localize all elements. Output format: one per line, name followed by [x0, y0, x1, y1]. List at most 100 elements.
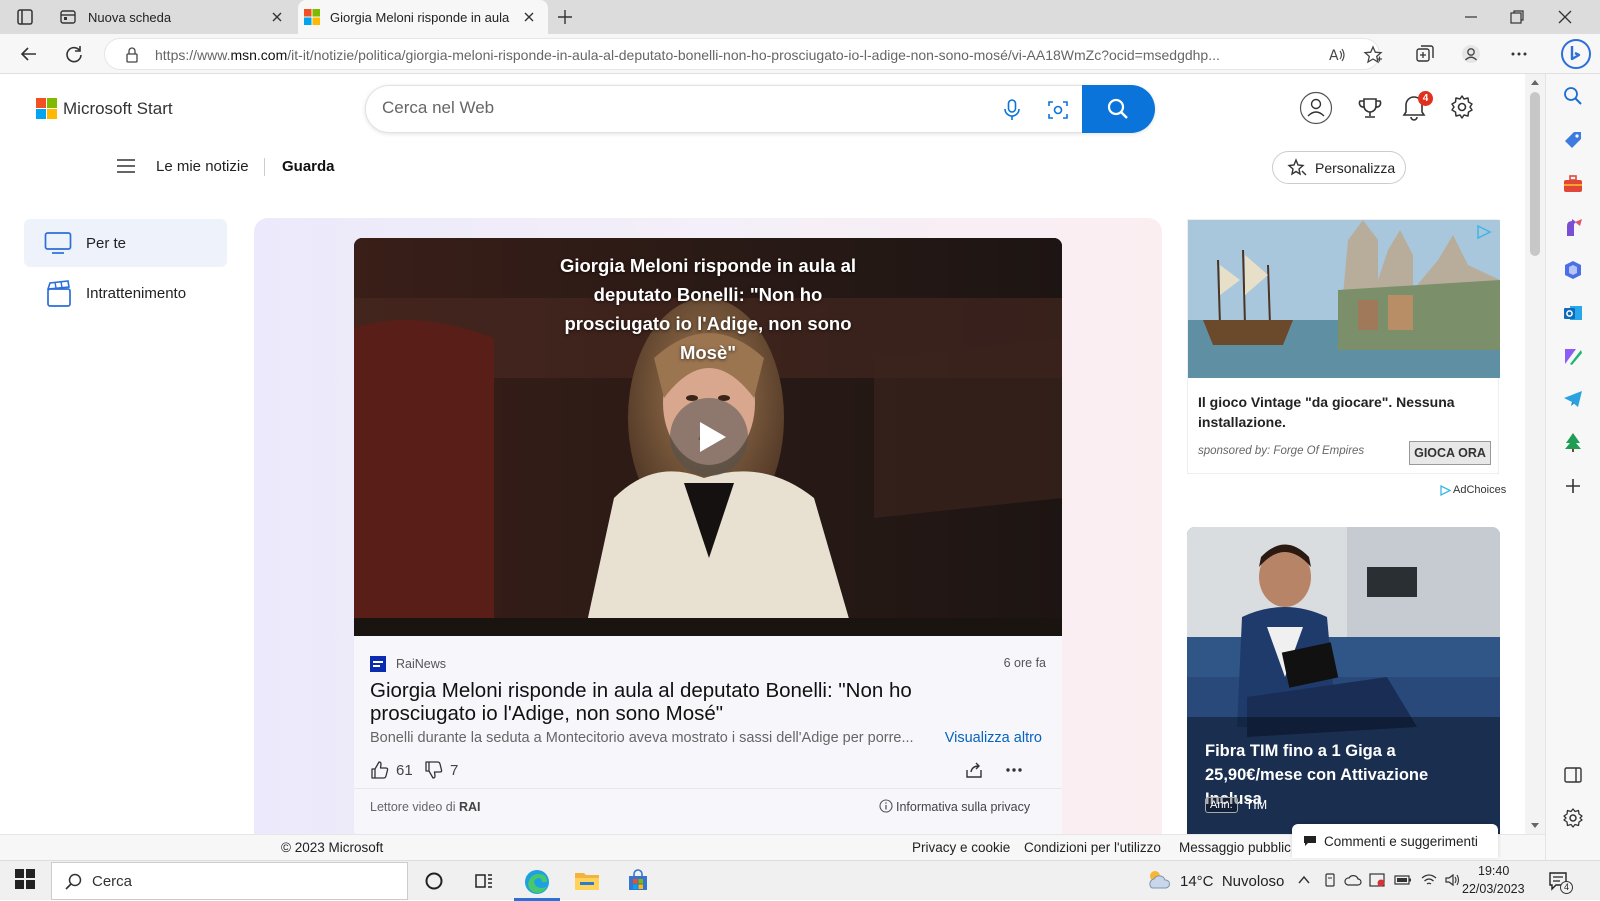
store-icon[interactable]	[626, 869, 650, 893]
microsoft-logo-icon	[304, 9, 320, 25]
windows-start-icon[interactable]	[15, 869, 39, 893]
sidebar-settings-icon[interactable]	[1562, 807, 1584, 829]
onedrive-cloud-icon[interactable]	[1344, 872, 1362, 888]
new-tab-plus-icon[interactable]	[556, 8, 574, 26]
lock-icon[interactable]	[125, 47, 139, 63]
sidebar-telegram-icon[interactable]	[1562, 388, 1584, 410]
sidebar-microsoft365-icon[interactable]	[1562, 259, 1584, 281]
privacy-cookies-link[interactable]: Privacy e cookie	[912, 840, 1010, 855]
ad-forge-of-empires[interactable]: Il gioco Vintage "da giocare". Nessuna i…	[1187, 219, 1500, 474]
clock-date[interactable]: 22/03/2023	[1462, 882, 1525, 896]
like-button[interactable]: 61	[370, 760, 413, 780]
clock-time[interactable]: 19:40	[1478, 864, 1509, 878]
url-text[interactable]: https://www.msn.com/it-it/notizie/politi…	[155, 47, 1305, 63]
rewards-trophy-icon[interactable]	[1357, 95, 1383, 121]
tab-active-article[interactable]: Giorgia Meloni risponde in aula a	[298, 0, 548, 34]
bing-chat-icon[interactable]	[1560, 38, 1592, 70]
action-center-icon[interactable]: 4	[1548, 870, 1573, 894]
play-now-button[interactable]: GIOCA ORA	[1409, 441, 1491, 465]
hamburger-menu-icon[interactable]	[117, 159, 135, 173]
ad-info-icon[interactable]	[1476, 224, 1492, 240]
terms-link[interactable]: Condizioni per l'utilizzo	[1024, 840, 1161, 855]
feedback-button[interactable]: Commenti e suggerimenti	[1292, 824, 1498, 858]
tray-chevron-icon[interactable]	[1296, 872, 1312, 888]
sidebar-games-icon[interactable]	[1562, 216, 1584, 238]
tray-device-icon[interactable]	[1322, 872, 1338, 888]
sidebar-tools-icon[interactable]	[1562, 173, 1584, 195]
search-input[interactable]	[382, 98, 942, 118]
visual-search-icon[interactable]	[1047, 99, 1069, 121]
sidebar-outlook-icon[interactable]	[1562, 302, 1584, 324]
file-explorer-icon[interactable]	[574, 869, 599, 893]
nav-my-news[interactable]: Le mie notizie	[156, 158, 249, 175]
ad-title[interactable]: Il gioco Vintage "da giocare". Nessuna i…	[1198, 392, 1488, 432]
source-name[interactable]: RaiNews	[396, 657, 446, 671]
edge-taskbar-icon[interactable]	[524, 869, 549, 894]
video-card[interactable]: Giorgia Meloni risponde in aula al deput…	[354, 238, 1062, 834]
tab-actions-icon[interactable]	[16, 8, 34, 26]
task-view-icon[interactable]	[472, 869, 496, 893]
sidebar-tree-icon[interactable]	[1562, 431, 1584, 453]
close-window-icon[interactable]	[1556, 8, 1574, 26]
sidebar-designer-icon[interactable]	[1562, 345, 1584, 367]
profile-icon[interactable]	[1460, 43, 1482, 65]
see-more-link[interactable]: Visualizza altro	[945, 730, 1042, 746]
weather-text[interactable]: 14°C Nuvoloso	[1180, 873, 1284, 890]
share-icon[interactable]	[964, 760, 984, 780]
battery-icon[interactable]	[1394, 872, 1412, 888]
back-icon[interactable]	[18, 43, 40, 65]
taskbar-search[interactable]: Cerca	[51, 862, 408, 900]
search-button[interactable]	[1082, 85, 1155, 133]
web-search-box[interactable]	[365, 85, 1155, 133]
microphone-icon[interactable]	[1002, 99, 1022, 121]
cortana-icon[interactable]	[422, 869, 446, 893]
ad-tim[interactable]: Fibra TIM fino a 1 Giga a 25,90€/mese co…	[1187, 527, 1500, 834]
close-tab-icon[interactable]	[522, 10, 536, 24]
read-aloud-icon[interactable]: A	[1327, 45, 1347, 65]
security-shield-icon[interactable]	[1368, 872, 1386, 888]
scroll-up-icon[interactable]	[1530, 78, 1540, 86]
privacy-link[interactable]: Informativa sulla privacy	[896, 800, 1030, 814]
nav-watch[interactable]: Guarda	[282, 158, 335, 175]
microsoft-start-logo[interactable]: Microsoft Start	[36, 98, 173, 119]
volume-icon[interactable]	[1444, 872, 1462, 888]
browser-toolbar: https://www.msn.com/it-it/notizie/politi…	[0, 34, 1600, 74]
taskbar-search-label: Cerca	[92, 872, 133, 890]
advertising-link[interactable]: Messaggio pubblic	[1179, 840, 1291, 855]
refresh-icon[interactable]	[63, 43, 85, 65]
adchoices-link[interactable]: AdChoices	[1440, 484, 1506, 496]
minimize-icon[interactable]	[1462, 8, 1480, 26]
close-tab-icon[interactable]	[270, 10, 284, 24]
weather-cloud-sun-icon[interactable]	[1144, 868, 1172, 892]
article-headline[interactable]: Giorgia Meloni risponde in aula al deput…	[370, 679, 1020, 725]
rainews-logo-icon	[370, 656, 386, 672]
left-nav-item-entertainment[interactable]: Intrattenimento	[24, 269, 227, 317]
notifications-bell-icon[interactable]: 4	[1401, 91, 1433, 123]
collections-icon[interactable]	[1414, 43, 1436, 65]
personalize-button[interactable]: Personalizza	[1272, 151, 1406, 184]
page-scrollbar[interactable]	[1525, 74, 1545, 834]
left-nav-label: Intrattenimento	[86, 284, 187, 302]
sidebar-shopping-icon[interactable]	[1562, 129, 1584, 151]
wifi-icon[interactable]	[1420, 872, 1438, 888]
more-options-icon[interactable]	[1004, 760, 1024, 780]
restore-icon[interactable]	[1508, 8, 1526, 26]
sidebar-collapse-icon[interactable]	[1562, 764, 1584, 786]
thumbs-down-icon	[425, 761, 443, 779]
left-nav-item-for-you[interactable]: Per te	[24, 219, 227, 267]
settings-gear-icon[interactable]	[1449, 94, 1475, 120]
sidebar-search-icon[interactable]	[1562, 85, 1584, 107]
scroll-thumb[interactable]	[1530, 92, 1540, 256]
tab-new-tab[interactable]: Nuova scheda	[50, 0, 296, 34]
address-bar[interactable]: https://www.msn.com/it-it/notizie/politi…	[104, 38, 1383, 70]
more-menu-icon[interactable]	[1508, 43, 1530, 65]
scroll-down-icon[interactable]	[1530, 822, 1540, 830]
video-player[interactable]: Giorgia Meloni risponde in aula al deput…	[354, 238, 1062, 636]
favorite-star-icon[interactable]	[1363, 45, 1383, 65]
account-icon[interactable]	[1299, 91, 1333, 125]
sidebar-add-icon[interactable]	[1562, 475, 1584, 497]
play-button[interactable]	[670, 398, 748, 476]
action-center-badge: 4	[1560, 881, 1573, 894]
privacy-info-icon[interactable]	[879, 799, 893, 813]
dislike-button[interactable]: 7	[424, 760, 458, 780]
